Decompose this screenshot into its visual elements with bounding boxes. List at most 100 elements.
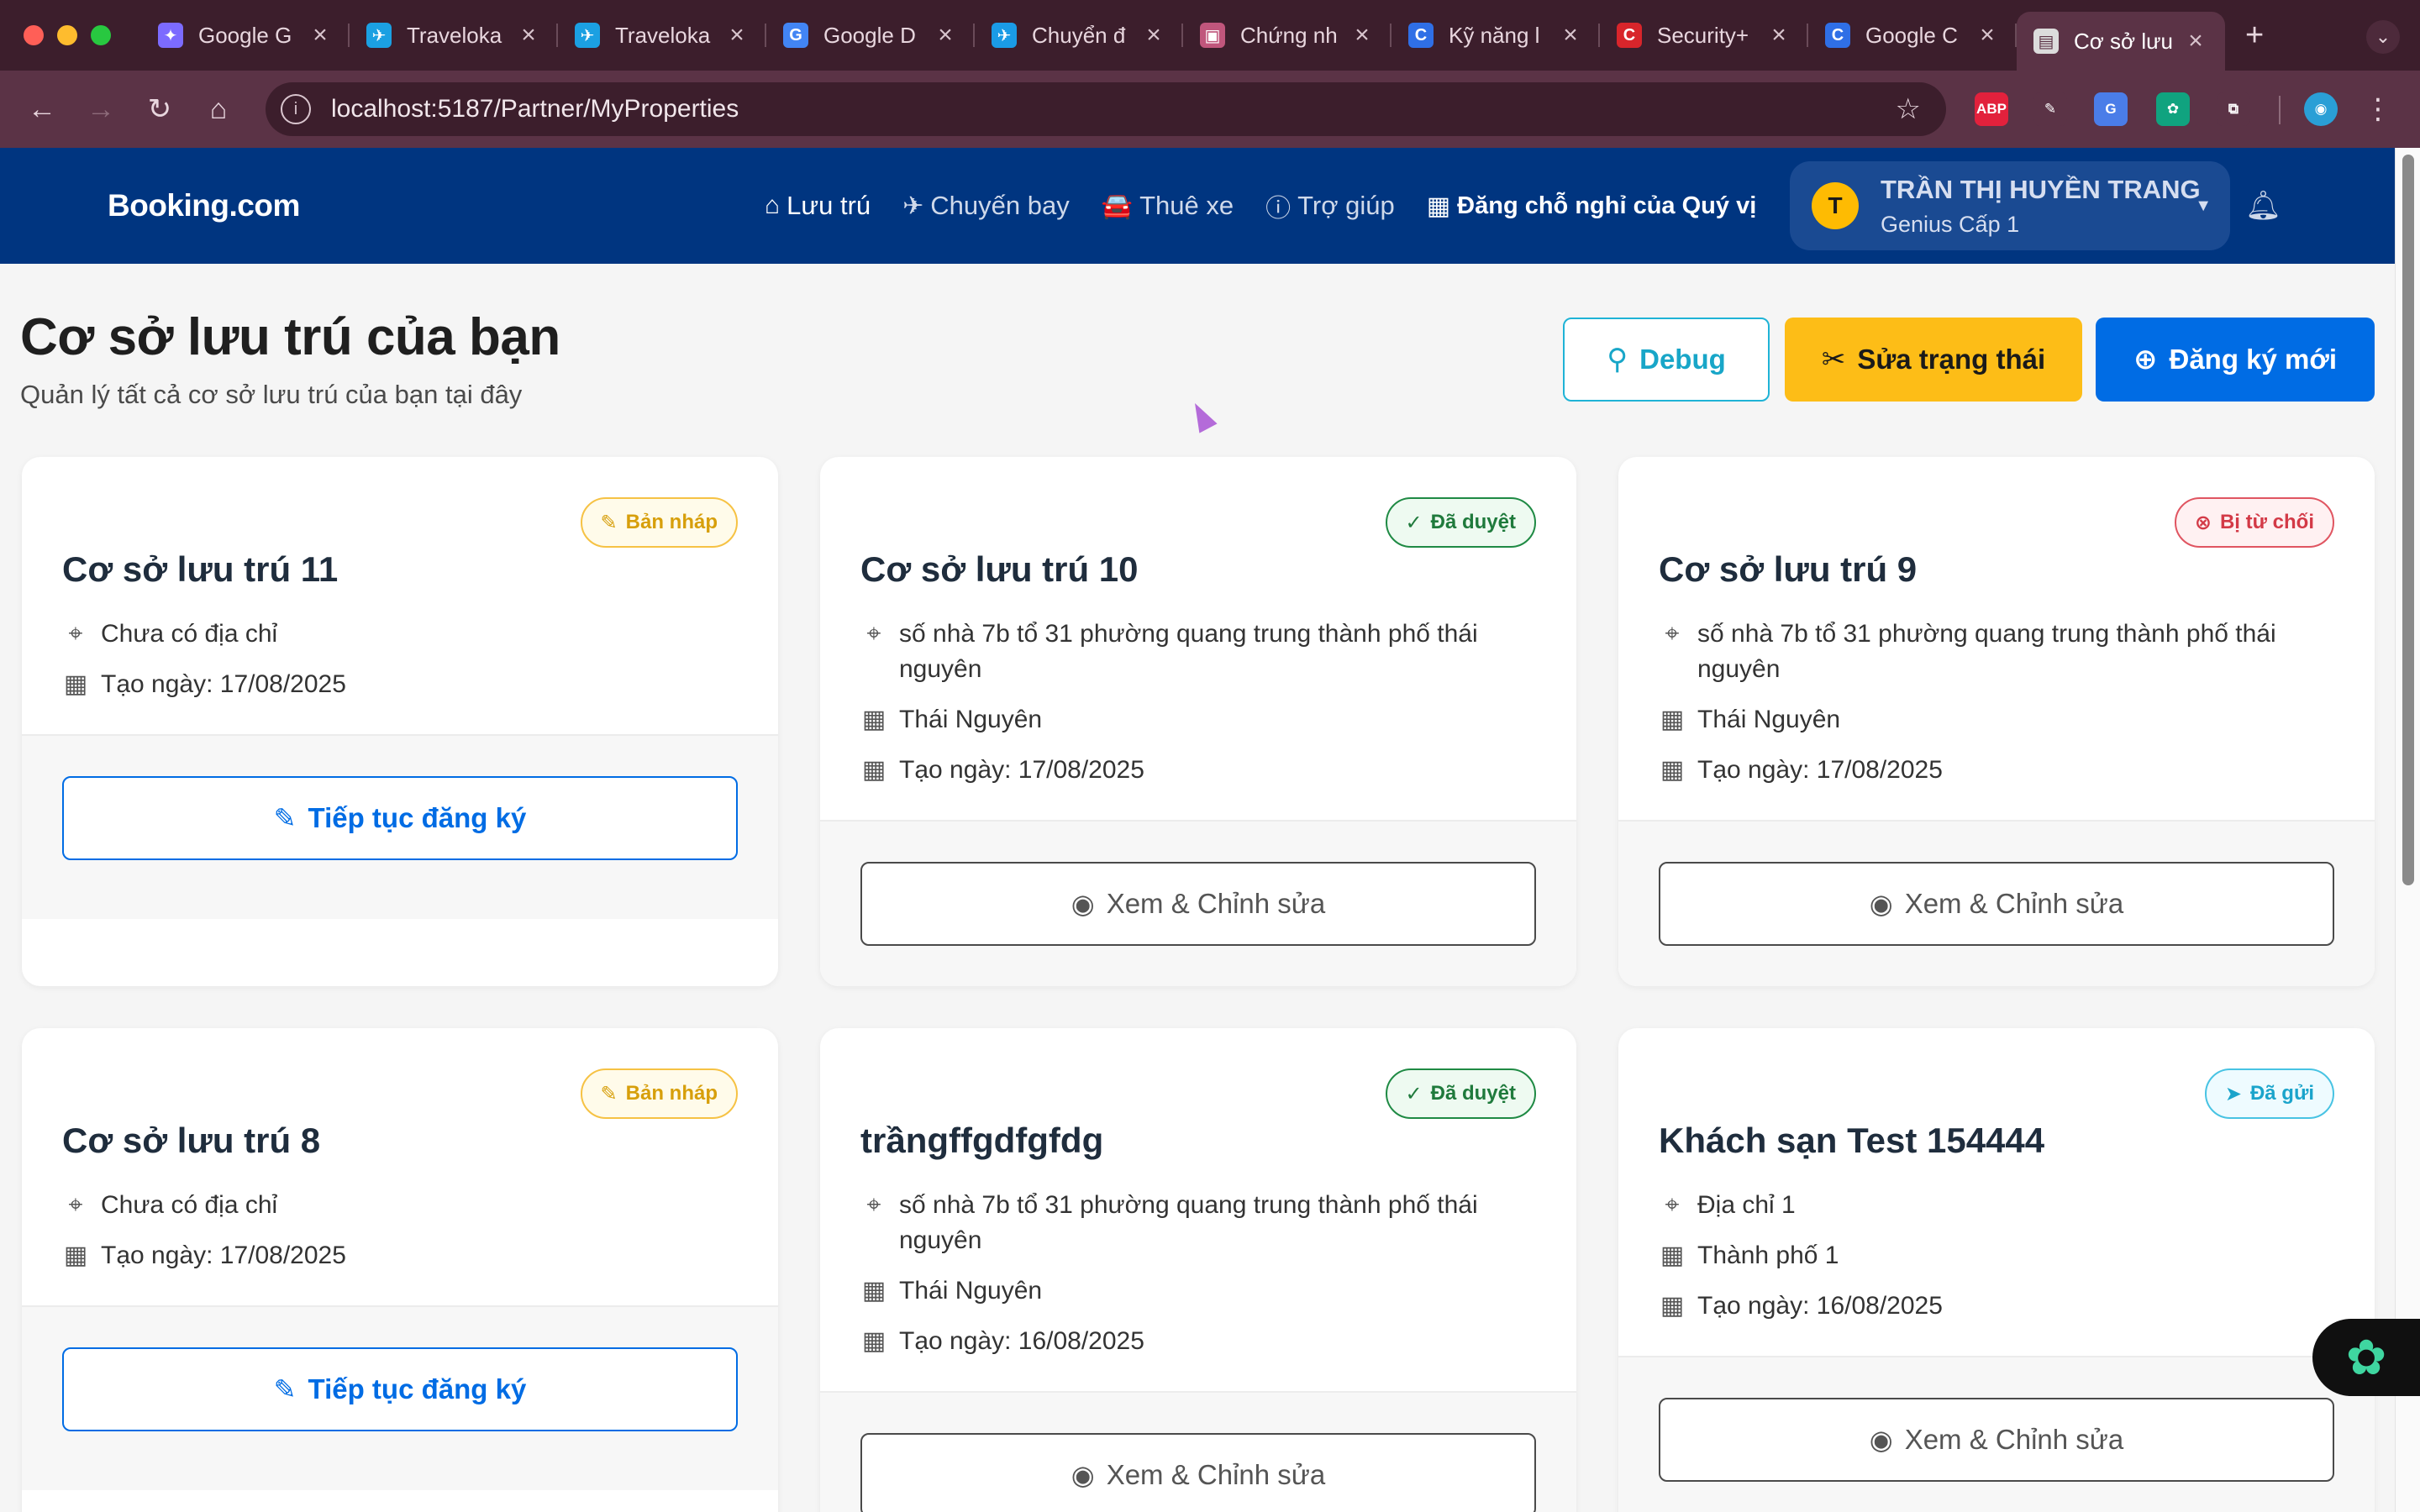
back-icon[interactable]: ← [25,92,59,126]
status-badge: ✎ Bản nháp [580,497,738,548]
nav-link[interactable]: 🚘 Thuê xe [1102,191,1234,221]
fix-status-button[interactable]: ✂ Sửa trạng thái [1785,318,2082,402]
status-label: Đã duyệt [1430,1082,1516,1105]
view-edit-button[interactable]: ◉ Xem & Chỉnh sửa [860,862,1536,946]
tab-title: Cơ sở lưu [2074,28,2173,54]
action-label: Xem & Chỉnh sửa [1904,888,2124,919]
close-tab-icon[interactable]: × [1349,21,1375,50]
nav-link-label: Lưu trú [786,191,871,220]
minimize-window-button[interactable] [57,25,77,45]
property-address-row: ⌖ số nhà 7b tổ 31 phường quang trung thàn… [860,617,1516,687]
browser-tab[interactable]: ✈ Traveloka × [350,0,558,71]
calendar-icon: ▦ [861,1327,886,1355]
eye-icon: ◉ [1869,1425,1893,1455]
address-bar[interactable]: i localhost:5187/Partner/MyProperties ☆ [266,82,1946,136]
close-tab-icon[interactable]: × [1766,21,1791,50]
status-label: Đã duyệt [1430,511,1516,533]
new-tab-button[interactable]: + [2245,18,2264,54]
browser-tab-bar: ✦ Google G × ✈ Traveloka × ✈ Traveloka × G Google … [0,0,2420,71]
eyedropper-icon[interactable]: ✎ [2033,92,2067,126]
close-tab-icon[interactable]: × [516,21,541,50]
action-label: Xem & Chỉnh sửa [1106,1459,1326,1490]
browser-tab[interactable]: G Google D × [766,0,975,71]
browser-tab[interactable]: ✦ Google G × [141,0,350,71]
tab-search-icon[interactable]: ⌄ [2366,20,2400,54]
browser-toolbar: ← → ↻ ⌂ i localhost:5187/Partner/MyPrope… [0,71,2420,148]
view-edit-button[interactable]: ◉ Xem & Chỉnh sửa [860,1433,1536,1512]
close-window-button[interactable] [24,25,44,45]
booking-logo[interactable]: Booking.com [108,188,300,223]
user-menu[interactable]: T TRẦN THỊ HUYỀN TRANG Genius Cấp 1 ▼ [1790,161,2230,250]
continue-registration-button[interactable]: ✎ Tiếp tục đăng ký [62,1347,738,1431]
action-label: Xem & Chỉnh sửa [1106,888,1326,919]
property-city: Thành phố 1 [1697,1242,1839,1269]
nav-link[interactable]: ✈ Chuyến bay [902,191,1070,221]
bell-icon[interactable]: 🔔︎ [2245,189,2281,223]
home-button-icon[interactable]: ⌂ [202,92,235,126]
chevron-down-icon: ▼ [2195,196,2212,215]
puzzle-icon[interactable]: ⧉ [2217,92,2250,126]
google-translate-icon: G [783,23,808,48]
browser-tab[interactable]: C Kỹ năng l × [1392,0,1600,71]
nav-link[interactable]: ⌂ Lưu trú [765,191,871,221]
scrollbar-thumb[interactable] [2402,155,2414,885]
image-icon: ▣ [1200,23,1225,48]
property-card: ⊗ Bị từ chối Cơ sở lưu trú 9 ⌖ số nhà 7b tổ … [1618,457,2375,986]
browser-tab[interactable]: ✈ Chuyển đ × [975,0,1183,71]
close-tab-icon[interactable]: × [1141,21,1166,50]
browser-menu-icon[interactable]: ⋮ [2361,92,2395,126]
building-icon: ▦ [1660,706,1685,733]
property-created-row: ▦ Tạo ngày: 17/08/2025 [62,667,718,702]
close-tab-icon[interactable]: × [724,21,750,50]
browser-tab[interactable]: C Google C × [1808,0,2017,71]
property-city-row: ▦ Thái Nguyên [860,702,1516,738]
browser-tab[interactable]: ▤ Cơ sở lưu × [2017,12,2225,71]
property-city: Thái Nguyên [899,706,1043,733]
property-created-row: ▦ Tạo ngày: 17/08/2025 [1659,753,2314,788]
close-tab-icon[interactable]: × [308,21,333,50]
traveloka-icon: ✈ [366,23,392,48]
bookmark-star-icon[interactable]: ☆ [1896,92,1921,126]
reload-icon[interactable]: ↻ [143,92,176,126]
continue-registration-button[interactable]: ✎ Tiếp tục đăng ký [62,776,738,860]
nav-link[interactable]: ⓘ Trợ giúp [1265,187,1395,224]
browser-tab[interactable]: C Security+ × [1600,0,1808,71]
property-city: Thái Nguyên [1697,706,1841,733]
chatgpt-icon[interactable]: ✿ [2156,92,2190,126]
user-name: TRẦN THỊ HUYỀN TRANG [1881,174,2201,204]
site-info-icon[interactable]: i [281,94,311,124]
url-text[interactable]: localhost:5187/Partner/MyProperties [331,95,739,123]
browser-tab[interactable]: ▣ Chứng nh × [1183,0,1392,71]
close-tab-icon[interactable]: × [1975,21,2000,50]
register-new-button[interactable]: ⊕ Đăng ký mới [2096,318,2375,402]
close-tab-icon[interactable]: × [2183,27,2208,55]
chatgpt-floating-icon[interactable]: ✿ [2312,1319,2420,1396]
page-scrollbar[interactable] [2395,148,2420,1512]
tab-title: Traveloka [615,22,711,48]
browser-tab[interactable]: ✈ Traveloka × [558,0,766,71]
view-edit-button[interactable]: ◉ Xem & Chỉnh sửa [1659,862,2334,946]
nav-link-label: Trợ giúp [1297,191,1395,220]
status-badge: ✎ Bản nháp [580,1068,738,1119]
property-city-row: ▦ Thái Nguyên [1659,702,2314,738]
close-tab-icon[interactable]: × [933,21,958,50]
property-address: số nhà 7b tổ 31 phường quang trung thành… [1697,620,2276,683]
property-created-row: ▦ Tạo ngày: 16/08/2025 [860,1324,1516,1359]
debug-button[interactable]: ⚲ Debug [1563,318,1770,402]
property-created: Tạo ngày: 16/08/2025 [899,1327,1144,1355]
forward-icon[interactable]: → [84,92,118,126]
map-pin-icon: ⌖ [68,620,83,648]
translate-icon[interactable]: G [2094,92,2128,126]
site-header: Booking.com ⌂ Lưu trú ✈ Chuyến bay 🚘 Thuê xe ⓘ… [0,148,2395,264]
adblock-icon[interactable]: ABP [1975,92,2008,126]
property-address-row: ⌖ Địa chỉ 1 [1659,1188,2314,1223]
property-address: Chưa có địa chỉ [101,620,278,648]
profile-icon[interactable]: ◉ [2304,92,2338,126]
view-edit-button[interactable]: ◉ Xem & Chỉnh sửa [1659,1398,2334,1482]
building-icon: ▦ [861,706,886,733]
close-tab-icon[interactable]: × [1558,21,1583,50]
status-badge: ➤ Đã gửi [2204,1068,2334,1119]
maximize-window-button[interactable] [91,25,111,45]
list-property-link[interactable]: ▦ Đăng chỗ nghỉ của Quý vị [1427,192,1756,221]
status-badge: ⊗ Bị từ chối [2174,497,2334,548]
